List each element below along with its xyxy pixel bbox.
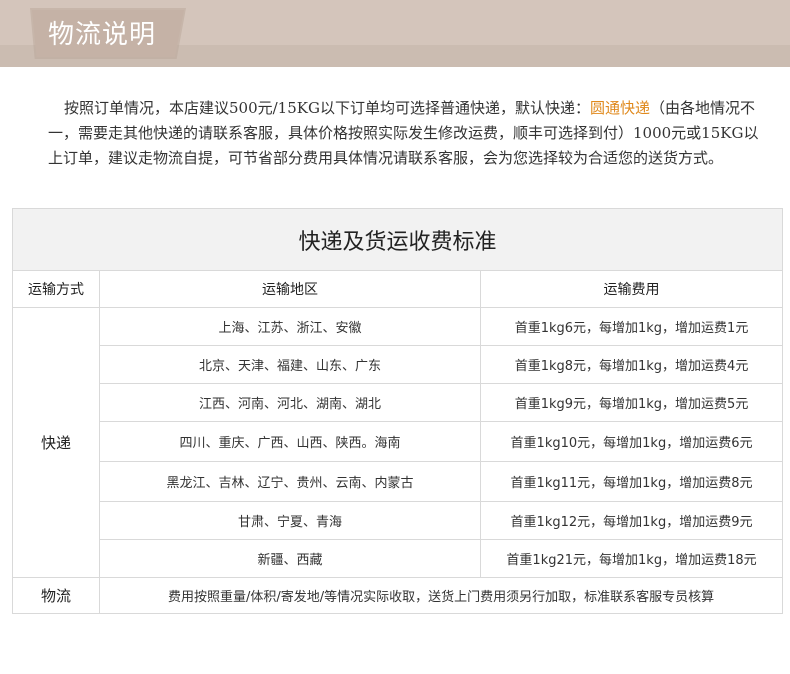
table-row: 四川、重庆、广西、山西、陕西。海南 首重1kg10元，每增加1kg，增加运费6元 [13,421,784,462]
table-row: 新疆、西藏 首重1kg21元，每增加1kg，增加运费18元 [13,539,784,578]
fee-cell: 首重1kg11元，每增加1kg，增加运费8元 [479,461,784,502]
header-fee: 运输费用 [479,270,784,308]
default-courier: 圆通快递 [589,99,650,117]
region-cell: 江西、河南、河北、湖南、湖北 [99,383,481,422]
region-cell: 黑龙江、吉林、辽宁、贵州、云南、内蒙古 [99,461,481,502]
fee-cell: 首重1kg8元，每增加1kg，增加运费4元 [479,345,784,384]
region-cell: 北京、天津、福建、山东、广东 [99,345,481,384]
section-title: 物流说明 [48,20,157,50]
table-caption: 快递及货运收费标准 [11,208,784,271]
fee-cell: 首重1kg21元，每增加1kg，增加运费18元 [479,539,784,578]
logistics-note: 费用按照重量/体积/寄发地/等情况实际收取，送货上门费用须另行加取，标准联系客服… [98,577,784,614]
mode-express: 快递 [12,307,100,578]
fee-cell: 首重1kg9元，每增加1kg，增加运费5元 [479,383,784,422]
table-row: 北京、天津、福建、山东、广东 首重1kg8元，每增加1kg，增加运费4元 [13,345,784,384]
section-banner: 物流说明 [0,0,790,67]
fee-cell: 首重1kg10元，每增加1kg，增加运费6元 [479,421,784,462]
mode-logistics: 物流 [12,577,100,614]
table-row: 甘肃、宁夏、青海 首重1kg12元，每增加1kg，增加运费9元 [13,501,784,540]
intro-text-1: 按照订单情况，本店建议500元/15KG以下订单均可选择普通快递，默认快递： [64,99,590,117]
table-row: 江西、河南、河北、湖南、湖北 首重1kg9元，每增加1kg，增加运费5元 [13,383,784,422]
shipping-fee-table: 快递及货运收费标准 运输方式 运输地区 运输费用 快递 上海、江苏、浙江、安徽 … [11,208,784,614]
fee-cell: 首重1kg6元，每增加1kg，增加运费1元 [479,307,784,346]
header-mode: 运输方式 [12,270,100,308]
region-cell: 上海、江苏、浙江、安徽 [99,307,481,346]
header-region: 运输地区 [99,270,481,308]
intro-paragraph: 按照订单情况，本店建议500元/15KG以下订单均可选择普通快递，默认快递：圆通… [48,96,760,171]
table-row-logistics: 物流 费用按照重量/体积/寄发地/等情况实际收取，送货上门费用须另行加取，标准联… [12,577,784,614]
region-cell: 四川、重庆、广西、山西、陕西。海南 [99,421,481,462]
table-row: 快递 上海、江苏、浙江、安徽 首重1kg6元，每增加1kg，增加运费1元 [12,307,784,578]
fee-cell: 首重1kg12元，每增加1kg，增加运费9元 [479,501,784,540]
region-cell: 甘肃、宁夏、青海 [99,501,481,540]
table-row: 黑龙江、吉林、辽宁、贵州、云南、内蒙古 首重1kg11元，每增加1kg，增加运费… [13,461,784,502]
table-header-row: 运输方式 运输地区 运输费用 [12,270,784,308]
region-cell: 新疆、西藏 [99,539,481,578]
